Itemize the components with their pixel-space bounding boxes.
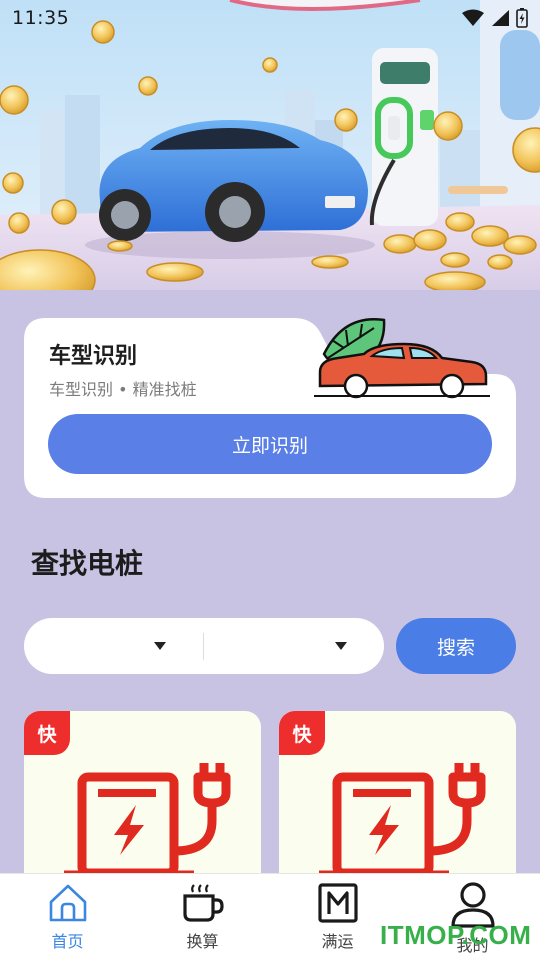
tab-full-load-label: 满运 <box>321 932 354 951</box>
status-bar: 11:35 <box>0 0 540 36</box>
home-icon <box>49 884 86 922</box>
cell-signal-icon <box>492 10 509 26</box>
tab-convert-label: 换算 <box>186 932 219 951</box>
dropdown-divider <box>203 633 204 660</box>
m-box-icon <box>317 883 358 923</box>
tab-home-label: 首页 <box>51 932 84 951</box>
charging-station-icon <box>64 763 231 880</box>
station-card[interactable]: 快 <box>24 711 261 891</box>
battery-charging-icon <box>516 8 528 28</box>
ev-charging-illustration <box>0 0 540 290</box>
region-dropdown[interactable] <box>24 618 194 674</box>
station-card[interactable]: 快 <box>279 711 516 891</box>
caret-down-icon <box>335 642 347 650</box>
coffee-cup-icon <box>182 884 224 922</box>
eco-car-icon <box>314 317 490 399</box>
recognition-title: 车型识别 <box>49 344 138 369</box>
type-dropdown[interactable] <box>206 618 376 674</box>
charging-station-icon <box>319 763 486 880</box>
recognition-subtitle: 车型识别 • 精准找桩 <box>49 380 197 399</box>
hero-banner <box>0 0 540 290</box>
watermark: ITMOP.COM <box>380 920 532 950</box>
find-station-title: 查找电桩 <box>31 547 144 580</box>
vehicle-recognition-card: 车型识别 车型识别 • 精准找桩 立即识别 <box>24 317 516 498</box>
search-button[interactable]: 搜索 <box>396 618 516 674</box>
wifi-icon <box>462 9 484 26</box>
status-time: 11:35 <box>12 7 70 29</box>
station-filter-box <box>24 618 384 674</box>
caret-down-icon <box>154 642 166 650</box>
tab-convert[interactable]: 换算 <box>135 874 270 961</box>
recognize-now-button[interactable]: 立即识别 <box>48 414 492 474</box>
tab-home[interactable]: 首页 <box>0 874 135 961</box>
